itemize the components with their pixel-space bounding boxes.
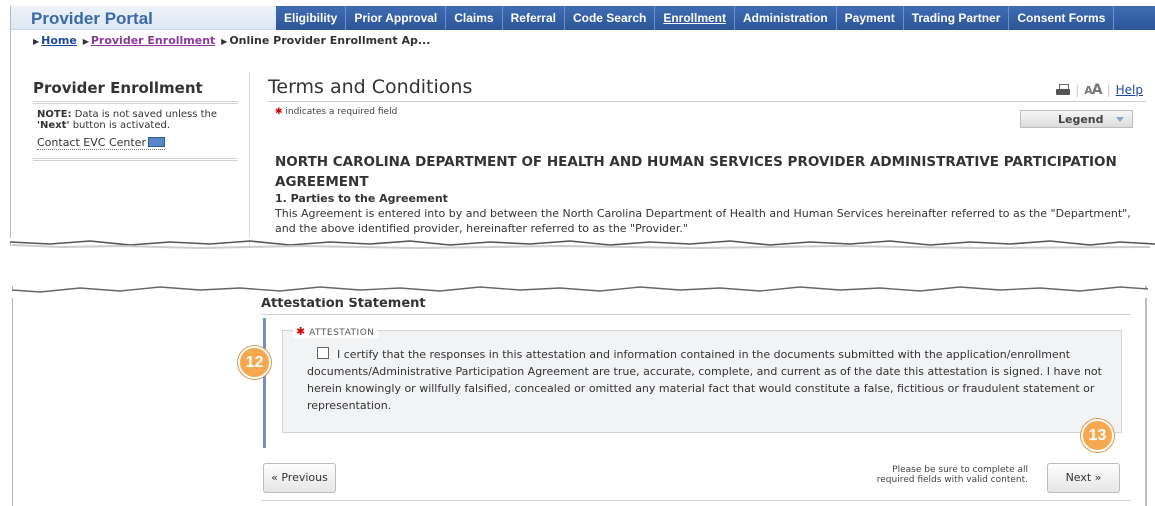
contact-evc-link[interactable]: Contact EVC Center xyxy=(37,136,165,150)
main-nav: Eligibility Prior Approval Claims Referral C… xyxy=(276,6,1155,30)
printer-icon[interactable] xyxy=(1056,84,1071,96)
note-prefix: NOTE: xyxy=(37,109,72,120)
font-size-icon[interactable]: AA xyxy=(1084,82,1102,98)
page-tools: | AA | Help xyxy=(1056,82,1143,98)
footer-divider xyxy=(261,500,1131,501)
tool-separator: | xyxy=(1106,83,1111,97)
attestation-group: ✱ ATTESTATION I certify that the respons… xyxy=(263,318,1130,448)
breadcrumb-home[interactable]: Home xyxy=(41,34,77,47)
legend-label: Legend xyxy=(1058,113,1104,126)
help-link[interactable]: Help xyxy=(1116,83,1143,97)
chevron-down-icon xyxy=(1116,117,1124,122)
note-bold: 'Next' xyxy=(37,120,70,131)
section-text: This Agreement is entered into by and be… xyxy=(275,207,1131,235)
page-title: Terms and Conditions xyxy=(268,76,1146,102)
agreement-title: NORTH CAROLINA DEPARTMENT OF HEALTH AND … xyxy=(275,154,1117,190)
note-suffix: button is activated. xyxy=(69,120,170,131)
required-asterisk-icon: ✱ xyxy=(275,107,283,117)
portal-logo[interactable]: Provider Portal xyxy=(31,9,153,29)
section-heading: 1. Parties to the Agreement xyxy=(275,192,448,205)
breadcrumb-current: Online Provider Enrollment Ap... xyxy=(229,34,431,47)
nav-item-code-search[interactable]: Code Search xyxy=(565,6,656,30)
nav-item-enrollment[interactable]: Enrollment xyxy=(655,6,735,30)
top-screenshot-panel: Provider Portal Eligibility Prior Approva… xyxy=(10,6,1155,246)
breadcrumb-provider-enrollment[interactable]: Provider Enrollment xyxy=(91,34,215,47)
external-window-icon xyxy=(147,137,165,147)
required-note-text: indicates a required field xyxy=(285,107,398,117)
note-text: Data is not saved unless the xyxy=(71,109,218,120)
attestation-legend-label: ATTESTATION xyxy=(309,328,375,338)
tool-separator: | xyxy=(1075,83,1080,97)
sidebar-note: NOTE: Data is not saved unless the 'Next… xyxy=(37,109,237,131)
nav-item-eligibility[interactable]: Eligibility xyxy=(276,6,347,30)
torn-edge-top xyxy=(0,238,1155,250)
next-button[interactable]: Next » xyxy=(1047,463,1120,493)
column-divider xyxy=(249,72,250,246)
sidebar-title: Provider Enrollment xyxy=(33,79,238,104)
torn-edge-bottom xyxy=(0,286,1155,298)
attestation-fieldset: ✱ ATTESTATION I certify that the respons… xyxy=(282,325,1122,433)
contact-evc-label: Contact EVC Center xyxy=(37,136,146,149)
nav-item-claims[interactable]: Claims xyxy=(446,6,503,30)
callout-badge-13: 13 xyxy=(1081,419,1114,452)
nav-item-consent-forms[interactable]: Consent Forms xyxy=(1009,6,1115,30)
nav-item-administration[interactable]: Administration xyxy=(735,6,837,30)
callout-badge-12: 12 xyxy=(238,346,271,379)
breadcrumb: ▶ Home ▶ Provider Enrollment ▶ Online Provi… xyxy=(33,34,431,47)
bottom-screenshot-panel: Attestation Statement ✱ ATTESTATION I ce… xyxy=(12,286,1147,506)
top-bar: Provider Portal Eligibility Prior Approva… xyxy=(11,6,1155,30)
required-field-note: ✱ indicates a required field xyxy=(275,107,397,117)
completion-hint: Please be sure to complete all required … xyxy=(876,465,1028,485)
sidebar-divider xyxy=(33,158,238,161)
nav-item-prior-approval[interactable]: Prior Approval xyxy=(346,6,447,30)
attestation-statement: I certify that the responses in this att… xyxy=(307,348,1102,412)
required-asterisk-icon: ✱ xyxy=(296,325,306,338)
attestation-section-title: Attestation Statement xyxy=(261,296,1131,315)
nav-item-payment[interactable]: Payment xyxy=(837,6,904,30)
nav-item-trading-partner[interactable]: Trading Partner xyxy=(904,6,1010,30)
legend-dropdown[interactable]: Legend xyxy=(1020,110,1133,128)
nav-item-referral[interactable]: Referral xyxy=(503,6,565,30)
attestation-legend: ✱ ATTESTATION xyxy=(293,325,378,338)
previous-button[interactable]: « Previous xyxy=(263,463,336,493)
